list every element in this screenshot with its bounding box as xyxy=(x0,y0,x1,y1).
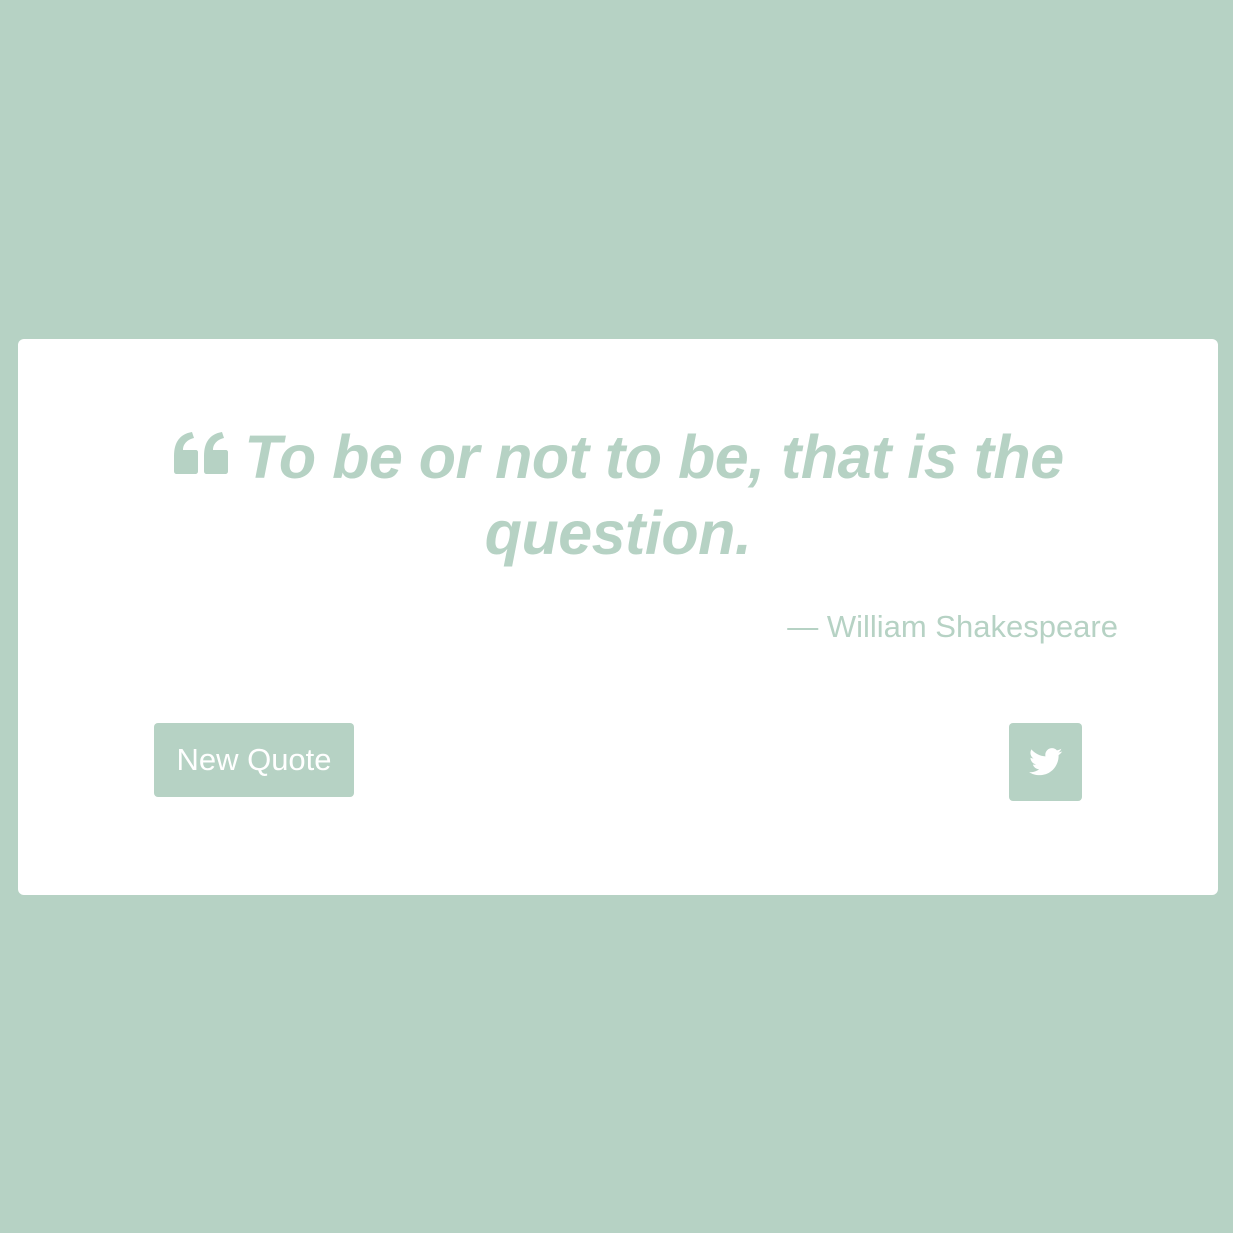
quote-author: — William Shakespeare xyxy=(787,609,1118,644)
twitter-icon xyxy=(1028,748,1063,776)
quote-card: To be or not to be, that is the question… xyxy=(18,339,1218,895)
quote-left-icon xyxy=(172,432,230,474)
new-quote-button[interactable]: New Quote xyxy=(154,723,354,797)
tweet-button[interactable] xyxy=(1009,723,1082,801)
quote-text: To be or not to be, that is the question… xyxy=(244,423,1064,567)
page-background: To be or not to be, that is the question… xyxy=(0,0,1233,1233)
quote-text-block: To be or not to be, that is the question… xyxy=(138,419,1098,571)
